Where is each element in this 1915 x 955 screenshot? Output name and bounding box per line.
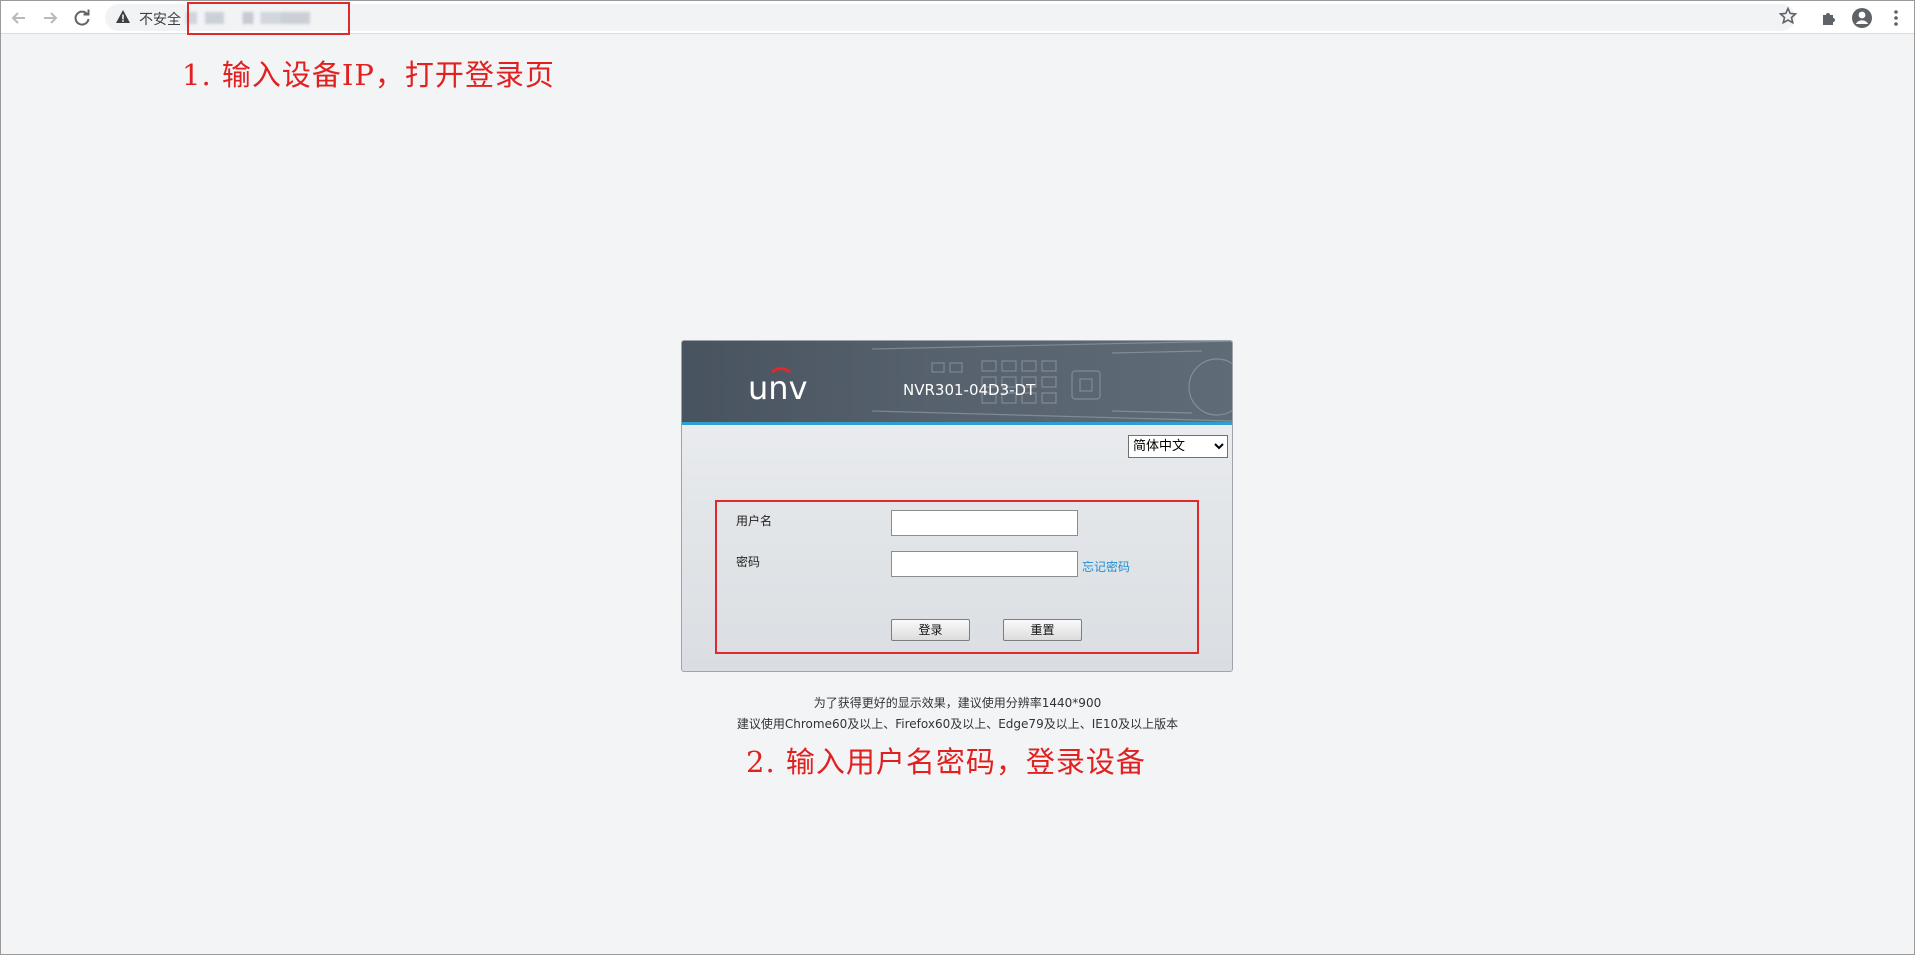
star-icon[interactable] [1778,6,1798,26]
username-label: 用户名 [736,514,773,528]
security-status[interactable]: 不安全 [139,9,181,29]
puzzle-icon[interactable] [1819,7,1841,29]
password-label: 密码 [736,555,761,569]
reset-button[interactable]: 重置 [1003,619,1082,641]
url-highlight-box [187,2,350,35]
arrow-right-icon [44,12,58,24]
forward-button[interactable] [37,5,63,31]
browser-toolbar: 不安全 [1,1,1914,35]
unv-logo: unv [748,367,808,404]
browser-tip: 建议使用Chrome60及以上、Firefox60及以上、Edge79及以上、I… [736,717,1179,731]
login-button[interactable]: 登录 [891,619,970,641]
password-input[interactable] [891,551,1078,577]
annotation-step-2: 2. 输入用户名密码，登录设备 [746,745,1146,779]
annotation-step-1: 1. 输入设备IP，打开登录页 [182,58,555,92]
forgot-password-link[interactable]: 忘记密码 [1082,558,1130,575]
reload-button[interactable] [69,5,95,31]
login-panel: unv NVR301-04D3-DT 简体中文 用户名 密码 忘记密码 登录 重… [681,340,1233,672]
kebab-menu-icon[interactable] [1885,7,1907,29]
logo-text: unv [748,369,808,404]
address-bar[interactable]: 不安全 [105,4,1795,31]
back-button[interactable] [6,5,32,31]
warning-triangle-icon [116,10,130,23]
device-model: NVR301-04D3-DT [903,381,1036,399]
language-select[interactable]: 简体中文 [1128,435,1228,458]
username-input[interactable] [891,510,1078,536]
reload-icon [74,9,90,26]
resolution-tip: 为了获得更好的显示效果，建议使用分辨率1440*900 [813,696,1102,710]
account-circle-icon[interactable] [1851,7,1873,29]
arrow-left-icon [11,12,25,24]
login-header: unv NVR301-04D3-DT [682,341,1232,425]
